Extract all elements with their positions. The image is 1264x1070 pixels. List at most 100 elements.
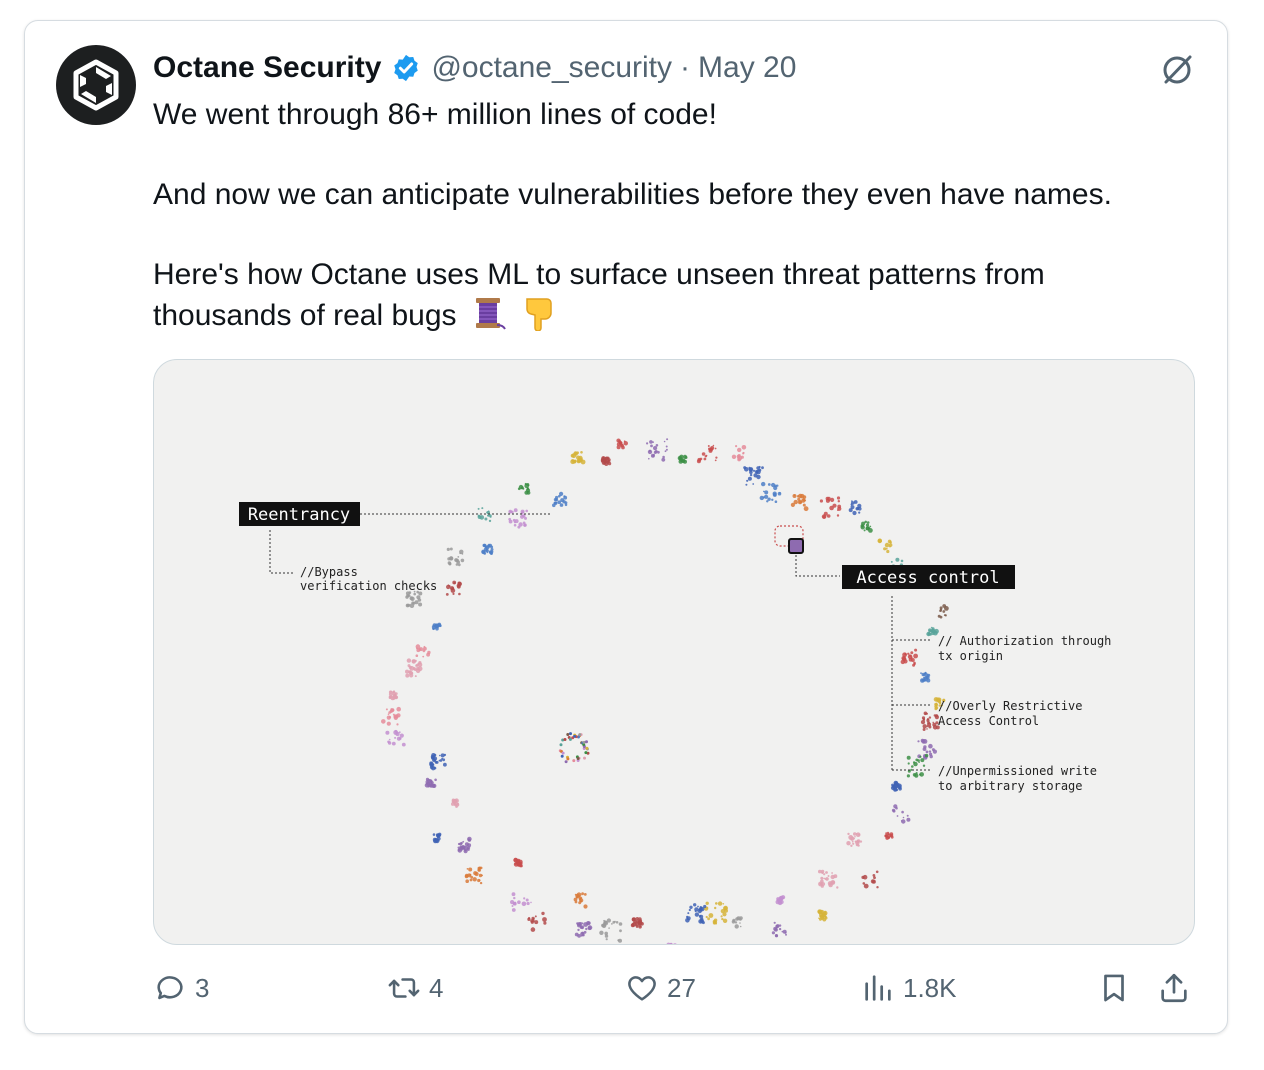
cluster: [900, 648, 918, 667]
access-control-note: tx origin: [938, 649, 1003, 663]
views-button[interactable]: 1.8K: [861, 971, 957, 1005]
access-control-note: to arbitrary storage: [938, 779, 1083, 793]
cluster: [508, 508, 528, 529]
cluster: [481, 543, 494, 555]
cluster-point: [569, 732, 572, 736]
cluster: [685, 903, 707, 925]
heart-icon: [628, 976, 656, 1001]
cluster: [570, 451, 586, 465]
separator: ·: [680, 51, 691, 84]
cluster: [424, 777, 437, 788]
cluster: [731, 445, 747, 462]
cluster: [677, 454, 688, 464]
cluster: [696, 444, 718, 464]
cluster: [877, 538, 893, 554]
like-button[interactable]: 27: [625, 971, 696, 1005]
cluster: [703, 901, 728, 925]
cluster: [513, 857, 523, 868]
cluster: [759, 481, 782, 503]
cluster-point: [576, 757, 580, 760]
reply-button[interactable]: 3: [153, 971, 209, 1005]
cluster-point: [585, 740, 588, 744]
bookmark-icon: [1104, 974, 1124, 1002]
post-text: We went through 86+ million lines of cod…: [153, 95, 1193, 336]
tweet-header: Octane Security @octane_security · May 2…: [153, 49, 796, 87]
cluster: [775, 895, 786, 906]
cluster: [457, 836, 472, 854]
post-text-line: We went through 86+ million lines of cod…: [153, 98, 717, 131]
reentrancy-note: //Bypass: [300, 565, 358, 579]
cluster: [415, 644, 431, 658]
post-image[interactable]: Reentrancy Access control //Bypass verif…: [153, 359, 1195, 945]
cluster: [574, 921, 593, 938]
user-handle[interactable]: @octane_security: [431, 49, 672, 87]
post-date[interactable]: May 20: [698, 49, 796, 87]
cluster: [861, 870, 879, 889]
cluster: [771, 921, 787, 938]
share-button[interactable]: [1157, 971, 1191, 1005]
views-count: 1.8K: [903, 972, 957, 1003]
cluster: [464, 866, 483, 885]
cluster: [517, 482, 531, 495]
access-control-note: // Authorization through: [938, 634, 1111, 648]
cluster: [431, 622, 442, 631]
post-text-fragment: thousands of real bugs: [153, 299, 457, 332]
cluster: [446, 547, 465, 567]
grok-icon[interactable]: [1157, 49, 1197, 89]
display-name[interactable]: Octane Security: [153, 49, 381, 87]
reentrancy-note: verification checks: [300, 579, 437, 593]
cluster-point: [561, 751, 565, 755]
thread-spool-icon: [475, 298, 506, 330]
avatar[interactable]: [56, 45, 136, 125]
cluster: [891, 804, 911, 824]
cluster-point: [572, 759, 576, 763]
cluster: [646, 438, 669, 462]
bookmark-button[interactable]: [1097, 971, 1131, 1005]
reply-count: 3: [195, 972, 210, 1003]
cluster: [630, 917, 644, 929]
repost-icon: [388, 978, 420, 998]
cluster-visualization: Reentrancy Access control //Bypass verif…: [239, 438, 1111, 944]
reply-icon: [157, 976, 183, 1000]
cluster-point: [566, 733, 570, 736]
cluster: [846, 832, 863, 847]
repost-count: 4: [429, 972, 444, 1003]
cluster: [600, 456, 612, 466]
cluster: [860, 520, 873, 533]
cluster: [666, 942, 677, 944]
cluster: [848, 500, 862, 516]
post-text-line: Here's how Octane uses ML to surface uns…: [153, 258, 1045, 291]
cluster: [385, 729, 406, 747]
cluster: [388, 690, 399, 701]
cluster-point: [573, 734, 577, 738]
cluster: [405, 590, 423, 608]
cluster: [477, 507, 492, 523]
pointing-down-icon: [526, 298, 552, 331]
cluster: [890, 780, 902, 792]
repost-button[interactable]: 4: [387, 971, 443, 1005]
share-icon: [1161, 973, 1187, 1003]
cluster: [926, 626, 939, 637]
cluster: [743, 465, 764, 486]
cluster: [937, 604, 949, 619]
access-control-note: //Unpermissioned write: [938, 764, 1097, 778]
tweet-card[interactable]: Octane Security @octane_security · May 2…: [24, 20, 1228, 1034]
views-chart-icon: [865, 975, 891, 1001]
cluster-point: [560, 754, 564, 758]
cluster-point: [578, 733, 582, 737]
post-text-line: And now we can anticipate vulnerabilitie…: [153, 178, 1112, 211]
cluster: [616, 438, 628, 450]
cluster: [817, 909, 828, 922]
cluster: [599, 918, 623, 943]
cluster-point: [564, 760, 568, 764]
cluster: [429, 753, 447, 771]
verified-badge-icon[interactable]: [391, 53, 421, 83]
highlight-marker: [788, 538, 804, 554]
cluster-point: [568, 737, 572, 741]
like-count: 27: [667, 972, 696, 1003]
cluster: [552, 491, 568, 508]
cluster: [510, 892, 532, 912]
access-control-note: //Overly Restrictive: [938, 699, 1083, 713]
access-control-label: Access control: [856, 568, 999, 588]
cluster: [884, 831, 894, 840]
